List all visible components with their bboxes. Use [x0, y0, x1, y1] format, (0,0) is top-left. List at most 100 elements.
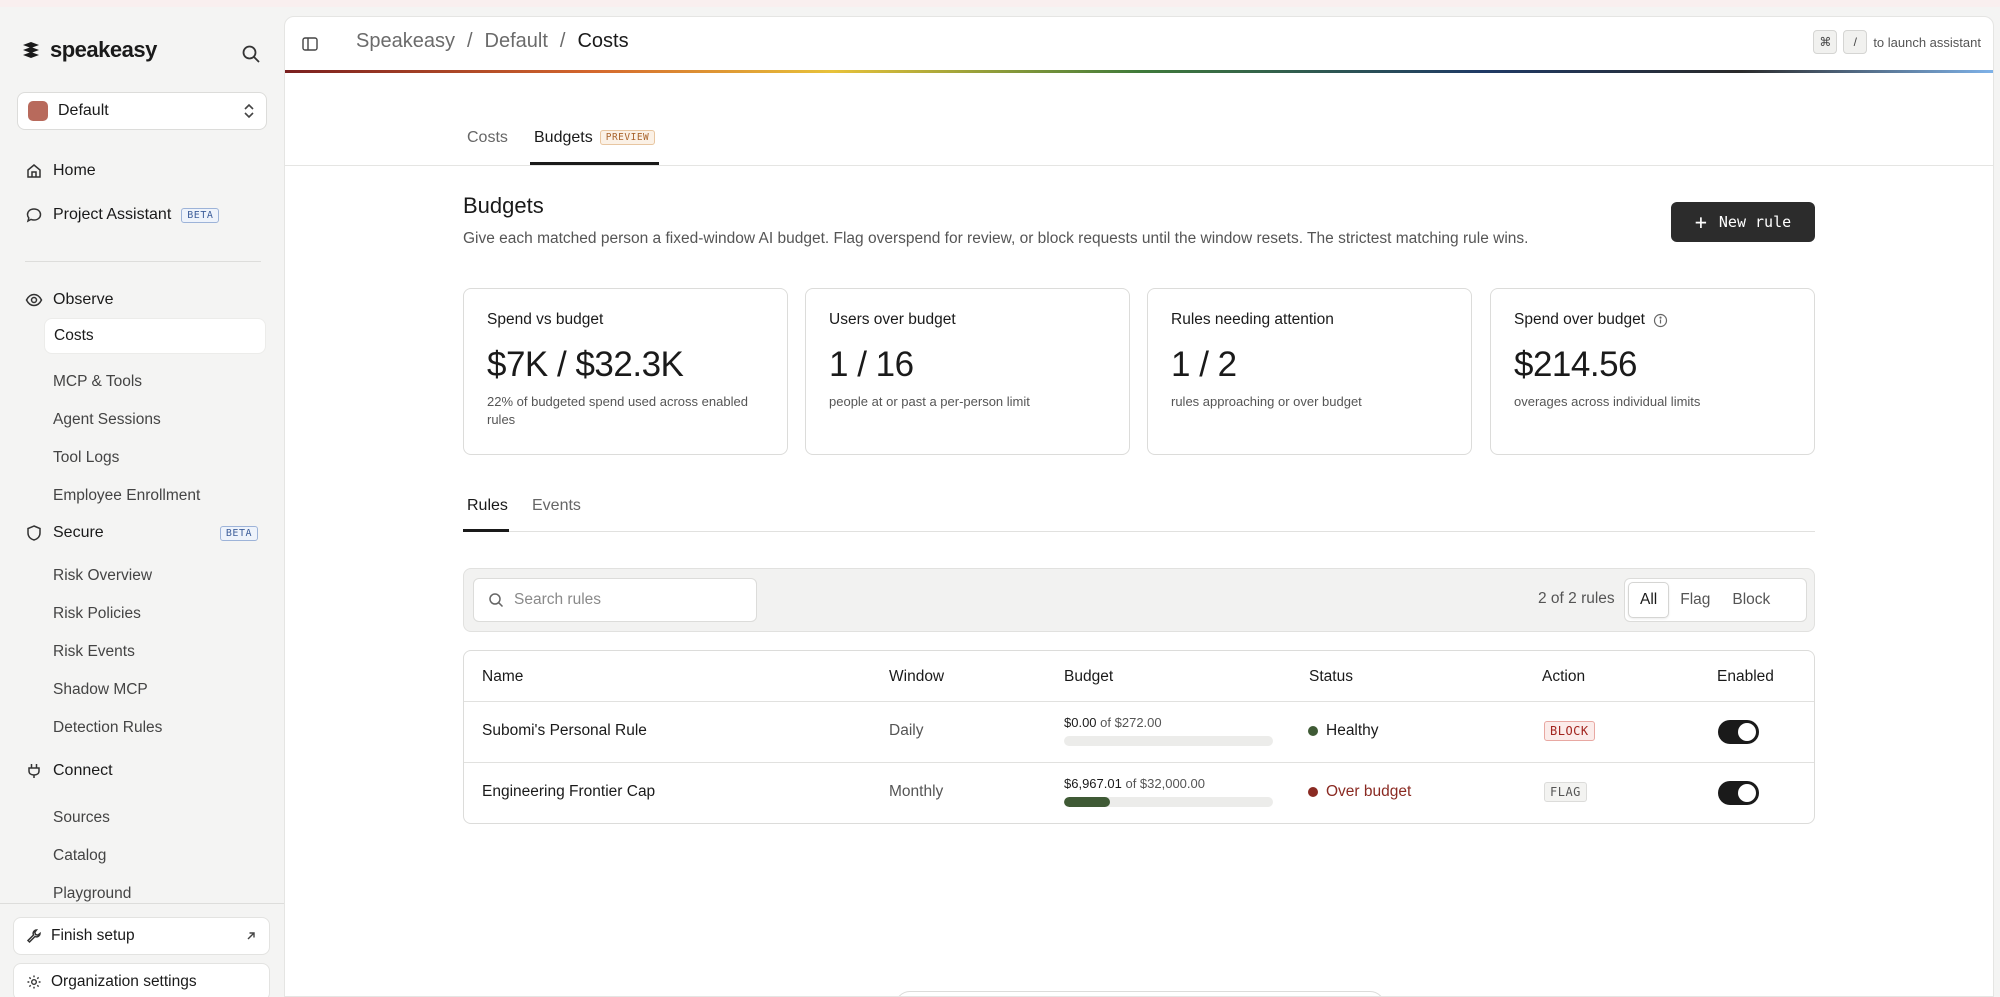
filter-flag-button[interactable]: Flag: [1669, 582, 1721, 618]
sidebar-item-label: Home: [53, 162, 96, 179]
stat-card-users-over-budget: Users over budget 1 / 16 people at or pa…: [805, 288, 1130, 455]
column-header-name: Name: [482, 668, 524, 685]
stat-value: 1 / 16: [829, 345, 914, 384]
sidebar-section-label: Connect: [53, 762, 113, 779]
tab-events[interactable]: Events: [532, 497, 581, 515]
status-dot: [1308, 726, 1318, 736]
breadcrumb-org[interactable]: Speakeasy: [356, 30, 455, 53]
breadcrumb-separator: /: [559, 30, 566, 52]
breadcrumb-separator: /: [466, 30, 473, 52]
sidebar-item-label: Project Assistant: [53, 206, 172, 223]
brand[interactable]: speakeasy: [20, 37, 157, 63]
sidebar-item-risk-overview[interactable]: Risk Overview: [53, 567, 152, 585]
stat-value: $214.56: [1514, 345, 1638, 384]
active-tab-indicator: [530, 162, 659, 165]
project-name: Default: [58, 102, 109, 119]
breadcrumb: Speakeasy / Default / Costs: [356, 30, 629, 53]
preview-badge: PREVIEW: [599, 130, 656, 145]
sidebar-item-mcp-tools[interactable]: MCP & Tools: [53, 373, 142, 391]
rule-name: Subomi's Personal Rule: [482, 722, 647, 739]
enabled-toggle[interactable]: [1718, 781, 1759, 805]
stat-subtext: overages across individual limits: [1514, 394, 1701, 409]
column-header-window: Window: [889, 668, 945, 685]
column-header-enabled: Enabled: [1717, 668, 1774, 685]
budget-progress-bar: [1064, 736, 1273, 746]
eye-icon: [25, 293, 43, 307]
brand-name: speakeasy: [50, 37, 157, 62]
tab-costs[interactable]: Costs: [467, 129, 508, 147]
sidebar-item-risk-policies[interactable]: Risk Policies: [53, 605, 141, 623]
sidebar-section-label: Secure: [53, 524, 104, 541]
status-label: Healthy: [1326, 722, 1379, 739]
slash-key: /: [1843, 30, 1868, 54]
rule-window: Monthly: [889, 783, 944, 800]
sidebar-item-project-assistant[interactable]: Project Assistant BETA: [25, 206, 220, 224]
sidebar-toggle-icon[interactable]: [301, 35, 319, 53]
search-icon: [489, 593, 504, 608]
rules-filter-bar: 2 of 2 rules All Flag Block: [463, 568, 1815, 632]
search-rules-field[interactable]: [473, 578, 757, 622]
subtabs-divider: [463, 531, 1815, 532]
stat-label: Users over budget: [829, 311, 956, 328]
sidebar-item-shadow-mcp[interactable]: Shadow MCP: [53, 681, 148, 699]
table-row[interactable]: Subomi's Personal Rule Daily $0.00 of $2…: [464, 701, 1814, 762]
sidebar-section-observe[interactable]: Observe: [25, 291, 113, 309]
sidebar-section-connect[interactable]: Connect: [25, 762, 113, 780]
toggle-knob: [1738, 723, 1756, 741]
project-selector[interactable]: Default: [17, 92, 267, 130]
sidebar-item-costs[interactable]: Costs: [44, 318, 266, 354]
column-header-action: Action: [1542, 668, 1586, 685]
main-panel: Speakeasy / Default / Costs ⌘ / to launc…: [284, 16, 1994, 997]
organization-settings-label: Organization settings: [51, 973, 197, 990]
chevron-up-down-icon: [244, 103, 254, 119]
finish-setup-button[interactable]: Finish setup: [13, 917, 270, 955]
sidebar-item-tool-logs[interactable]: Tool Logs: [53, 449, 119, 467]
sidebar: speakeasy Default Home Project Assistant…: [0, 7, 284, 997]
filter-all-button[interactable]: All: [1628, 582, 1670, 618]
sidebar-item-agent-sessions[interactable]: Agent Sessions: [53, 411, 161, 429]
sidebar-item-risk-events[interactable]: Risk Events: [53, 643, 135, 661]
sidebar-item-detection-rules[interactable]: Detection Rules: [53, 719, 162, 737]
stat-value: 1 / 2: [1171, 345, 1237, 384]
shortcut-hint-text: to launch assistant: [1873, 34, 1981, 50]
breadcrumb-current: Costs: [577, 30, 629, 52]
sidebar-item-employee-enrollment[interactable]: Employee Enrollment: [53, 487, 200, 505]
status-dot: [1308, 787, 1318, 797]
rule-status: Over budget: [1308, 783, 1411, 801]
page-description: Give each matched person a fixed-window …: [463, 230, 1529, 247]
sidebar-item-catalog[interactable]: Catalog: [53, 847, 106, 865]
action-filter-segmented-control: All Flag Block: [1624, 578, 1807, 622]
breadcrumb-project[interactable]: Default: [485, 30, 548, 53]
rule-window: Daily: [889, 722, 924, 739]
budget-progress-bar: [1064, 797, 1273, 807]
rule-budget-spent: $6,967.01: [1064, 776, 1122, 791]
search-rules-input[interactable]: [514, 591, 734, 609]
new-rule-button[interactable]: + New rule: [1671, 202, 1815, 242]
action-badge: FLAG: [1544, 782, 1587, 802]
finish-setup-label: Finish setup: [51, 927, 135, 944]
tab-rules[interactable]: Rules: [467, 497, 508, 515]
action-badge: BLOCK: [1544, 721, 1595, 741]
stat-label: Rules needing attention: [1171, 311, 1334, 328]
sidebar-item-home[interactable]: Home: [25, 162, 96, 180]
header: Speakeasy / Default / Costs ⌘ / to launc…: [285, 17, 1993, 72]
table-row[interactable]: Engineering Frontier Cap Monthly $6,967.…: [464, 762, 1814, 823]
wrench-icon: [26, 929, 41, 944]
info-icon[interactable]: [1653, 313, 1668, 328]
stat-label: Spend vs budget: [487, 311, 604, 328]
sidebar-item-playground[interactable]: Playground: [53, 885, 131, 903]
enabled-toggle[interactable]: [1718, 720, 1759, 744]
tab-budgets[interactable]: Budgets PREVIEW: [534, 129, 656, 147]
filter-block-button[interactable]: Block: [1721, 582, 1781, 618]
rule-budget-limit: of $32,000.00: [1125, 776, 1205, 791]
sidebar-section-secure[interactable]: Secure BETA: [25, 524, 258, 542]
home-icon: [27, 164, 41, 178]
organization-settings-button[interactable]: Organization settings: [13, 963, 270, 997]
sidebar-item-sources[interactable]: Sources: [53, 809, 110, 827]
sidebar-footer-divider: [0, 903, 284, 904]
bottom-floating-pill: [895, 991, 1385, 996]
rule-budget-text: $6,967.01 of $32,000.00: [1064, 776, 1205, 791]
rules-table: Name Window Budget Status Action Enabled…: [463, 650, 1815, 824]
budget-progress-fill: [1064, 797, 1110, 807]
search-icon[interactable]: [240, 43, 262, 65]
